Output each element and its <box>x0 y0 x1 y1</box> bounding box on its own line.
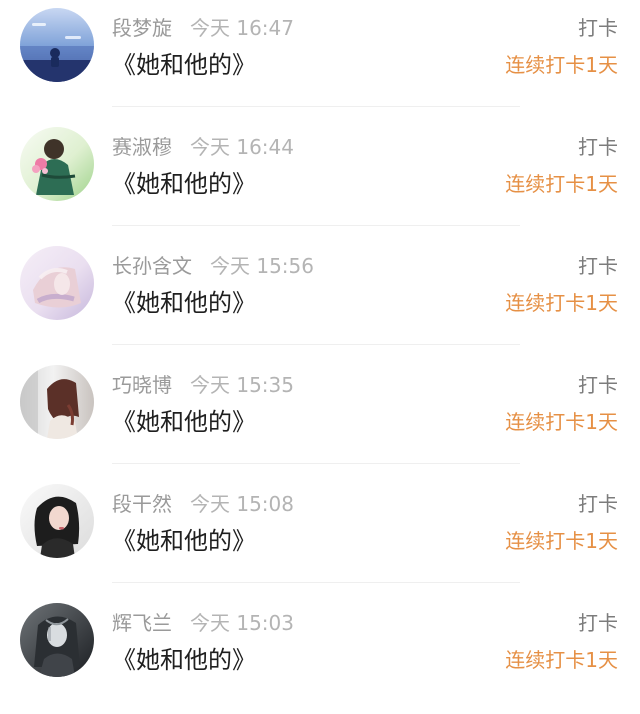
feed-item[interactable]: 巧晓博 今天 15:35 《她和他的》 打卡 连续打卡1天 <box>0 357 640 476</box>
book-title[interactable]: 《她和他的》 <box>112 286 256 320</box>
checkin-action-label: 打卡 <box>578 254 618 278</box>
timestamp: 今天 15:08 <box>190 492 294 516</box>
timestamp: 今天 15:03 <box>190 611 294 635</box>
user-name[interactable]: 辉飞兰 <box>112 611 172 635</box>
timestamp: 今天 15:56 <box>210 254 314 278</box>
checkin-action-label: 打卡 <box>578 492 618 516</box>
row-divider <box>112 582 520 583</box>
portrait-photo-avatar-icon[interactable] <box>20 365 94 439</box>
feed-item[interactable]: 段干然 今天 15:08 《她和他的》 打卡 连续打卡1天 <box>0 476 640 595</box>
item-meta: 巧晓博 今天 15:35 <box>112 371 294 399</box>
feed-item[interactable]: 长孙含文 今天 15:56 《她和他的》 打卡 连续打卡1天 <box>0 238 640 357</box>
checkin-action-label: 打卡 <box>578 611 618 635</box>
feed-item[interactable]: 赛淑穆 今天 16:44 《她和他的》 打卡 连续打卡1天 <box>0 119 640 238</box>
timestamp: 今天 16:44 <box>190 135 294 159</box>
user-name[interactable]: 赛淑穆 <box>112 135 172 159</box>
row-divider <box>112 225 520 226</box>
item-meta: 段梦旋 今天 16:47 <box>112 14 294 42</box>
streak-badge: 连续打卡1天 <box>505 648 618 672</box>
feed-item[interactable]: 段梦旋 今天 16:47 《她和他的》 打卡 连续打卡1天 <box>0 0 640 119</box>
feed-item[interactable]: 辉飞兰 今天 15:03 《她和他的》 打卡 连续打卡1天 <box>0 595 640 714</box>
row-divider <box>112 106 520 107</box>
user-name[interactable]: 巧晓博 <box>112 373 172 397</box>
sky-landscape-avatar-icon[interactable] <box>20 8 94 82</box>
book-title[interactable]: 《她和他的》 <box>112 405 256 439</box>
user-name[interactable]: 段干然 <box>112 492 172 516</box>
checkin-action-label: 打卡 <box>578 135 618 159</box>
monochrome-anime-avatar-icon[interactable] <box>20 603 94 677</box>
pastel-illustration-avatar-icon[interactable] <box>20 246 94 320</box>
item-meta: 赛淑穆 今天 16:44 <box>112 133 294 161</box>
item-meta: 辉飞兰 今天 15:03 <box>112 609 294 637</box>
timestamp: 今天 16:47 <box>190 16 294 40</box>
row-divider <box>112 463 520 464</box>
user-name[interactable]: 段梦旋 <box>112 16 172 40</box>
book-title[interactable]: 《她和他的》 <box>112 167 256 201</box>
streak-badge: 连续打卡1天 <box>505 291 618 315</box>
streak-badge: 连续打卡1天 <box>505 410 618 434</box>
streak-badge: 连续打卡1天 <box>505 172 618 196</box>
checkin-feed: 段梦旋 今天 16:47 《她和他的》 打卡 连续打卡1天 赛淑穆 今天 16:… <box>0 0 640 693</box>
timestamp: 今天 15:35 <box>190 373 294 397</box>
checkin-action-label: 打卡 <box>578 16 618 40</box>
book-title[interactable]: 《她和他的》 <box>112 524 256 558</box>
checkin-action-label: 打卡 <box>578 373 618 397</box>
item-meta: 段干然 今天 15:08 <box>112 490 294 518</box>
streak-badge: 连续打卡1天 <box>505 53 618 77</box>
user-name[interactable]: 长孙含文 <box>112 254 192 278</box>
row-divider <box>112 344 520 345</box>
streak-badge: 连续打卡1天 <box>505 529 618 553</box>
item-meta: 长孙含文 今天 15:56 <box>112 252 314 280</box>
book-title[interactable]: 《她和他的》 <box>112 643 256 677</box>
book-title[interactable]: 《她和他的》 <box>112 48 256 82</box>
anime-girl-avatar-icon[interactable] <box>20 127 94 201</box>
dark-hair-portrait-avatar-icon[interactable] <box>20 484 94 558</box>
